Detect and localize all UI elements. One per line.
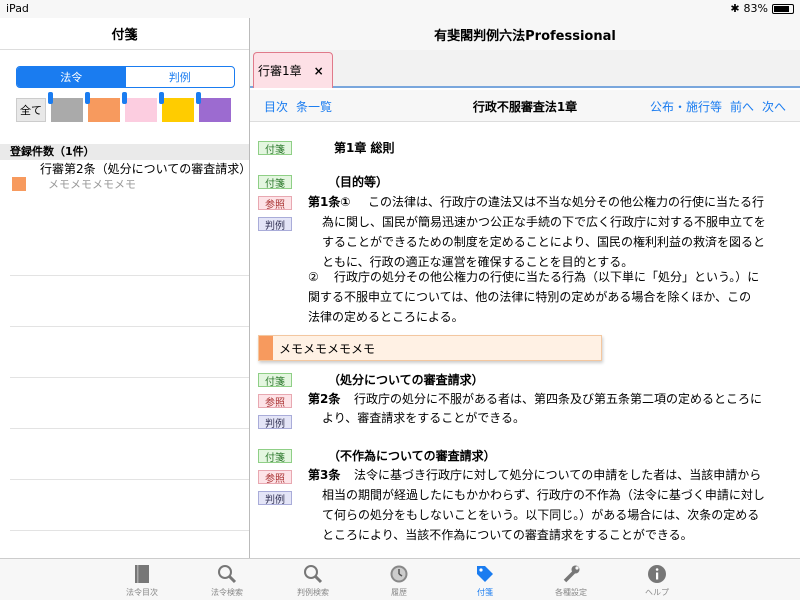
count-header: 登録件数（1件） bbox=[0, 144, 249, 160]
article-text: 為に関し、国民が簡易迅速かつ公正な手続の下で広く行政庁に対する不服申立てを bbox=[322, 215, 766, 229]
article-number: 第3条 bbox=[308, 468, 341, 482]
paragraph-number: ② bbox=[308, 270, 319, 284]
bookmark-title: 行審第2条（処分についての審査請求） bbox=[40, 162, 252, 176]
tab-help[interactable]: ヘルプ bbox=[627, 563, 687, 598]
tab-law-toc[interactable]: 法令目次 bbox=[112, 563, 172, 598]
article-text: ところにより、当該不作為についての審査請求をすることができる。 bbox=[322, 528, 693, 542]
swatch-pink[interactable] bbox=[122, 92, 157, 122]
tab-label: ヘルプ bbox=[645, 588, 669, 597]
memo-note[interactable]: メモメモメモメモ bbox=[258, 335, 602, 361]
info-icon bbox=[627, 563, 687, 585]
search-icon bbox=[283, 563, 343, 585]
sansho-badge[interactable]: 参照 bbox=[258, 470, 292, 485]
article-text: 法律の定めるところによる。 bbox=[308, 310, 464, 324]
article-text: することができるための制度を定めることにより、国民の権利利益の救済を図ると bbox=[322, 235, 766, 249]
promulgation-link[interactable]: 公布・施行等 bbox=[650, 98, 722, 115]
swatch-orange[interactable] bbox=[85, 92, 120, 122]
article-text: 関する不服申立てについては、他の法律に特別の定めがある場合を除くほか、この bbox=[308, 290, 752, 304]
app-title: 有斐閣判例六法Professional bbox=[250, 18, 800, 50]
article-text: この法律は、行政庁の違法又は不当な処分その他公権力の行使に当たる行 bbox=[368, 195, 765, 209]
article-text: て何らの処分をもしないことをいう。以下同じ。）がある場合には、次条の定める bbox=[322, 508, 760, 522]
swatch-gray[interactable] bbox=[48, 92, 83, 122]
color-filter: 全て bbox=[16, 92, 231, 122]
bookmark-pane: 付箋 法令 判例 全て 登録件数（1件） 行審第2条（処分についての審査請求） … bbox=[0, 18, 252, 558]
memo-text: メモメモメモメモ bbox=[279, 341, 376, 356]
hanrei-badge[interactable]: 判例 bbox=[258, 415, 292, 430]
book-icon bbox=[112, 563, 172, 585]
document-navbar: 行政不服審査法1章 目次 条一覧 公布・施行等 前へ 次へ bbox=[250, 90, 800, 122]
status-bar: iPad ✱ 83% bbox=[0, 0, 800, 18]
article-text: 行政庁の処分その他公権力の行使に当たる行為（以下単に「処分」という。）に bbox=[334, 270, 760, 284]
swatch-yellow[interactable] bbox=[159, 92, 194, 122]
fusen-badge[interactable]: 付箋 bbox=[258, 449, 292, 464]
tag-icon bbox=[455, 563, 515, 585]
hanrei-badge[interactable]: 判例 bbox=[258, 217, 292, 232]
segment-cases[interactable]: 判例 bbox=[126, 67, 235, 87]
close-icon[interactable]: × bbox=[314, 64, 324, 78]
tab-case-search[interactable]: 判例検索 bbox=[283, 563, 343, 598]
law-content: 付箋 第1章 総則 付箋 参照 判例 （目的等） 第1条① この法律は、行政庁の… bbox=[250, 123, 800, 558]
fusen-badge[interactable]: 付箋 bbox=[258, 175, 292, 190]
clock-icon bbox=[369, 563, 429, 585]
article-list-link[interactable]: 条一覧 bbox=[296, 98, 332, 115]
prev-link[interactable]: 前へ bbox=[730, 98, 754, 115]
document-tab-label: 行審1章 bbox=[258, 64, 302, 78]
sansho-badge[interactable]: 参照 bbox=[258, 394, 292, 409]
tab-label: 履歴 bbox=[391, 588, 407, 597]
hanrei-badge[interactable]: 判例 bbox=[258, 491, 292, 506]
memo-color-bar bbox=[259, 336, 273, 360]
bookmark-memo: メモメモメモメモ bbox=[48, 178, 136, 191]
article-caption: （目的等） bbox=[328, 175, 389, 189]
tab-law-search[interactable]: 法令検索 bbox=[197, 563, 257, 598]
segment-laws[interactable]: 法令 bbox=[17, 67, 126, 87]
search-icon bbox=[197, 563, 257, 585]
tab-label: 付箋 bbox=[477, 588, 493, 597]
bookmark-item[interactable]: 行審第2条（処分についての審査請求） メモメモメモメモ bbox=[10, 160, 252, 193]
status-right: ✱ 83% bbox=[730, 2, 794, 15]
sansho-badge[interactable]: 参照 bbox=[258, 196, 292, 211]
wrench-icon bbox=[541, 563, 601, 585]
pane-title: 付箋 bbox=[0, 18, 249, 50]
tab-label: 判例検索 bbox=[297, 588, 329, 597]
toc-link[interactable]: 目次 bbox=[264, 98, 288, 115]
tab-settings[interactable]: 各種設定 bbox=[541, 563, 601, 598]
all-colors-button[interactable]: 全て bbox=[16, 98, 46, 122]
article-text: より、審査請求をすることができる。 bbox=[322, 411, 526, 425]
article-text: 行政庁の処分に不服がある者は、第四条及び第五条第二項の定めるところに bbox=[354, 392, 763, 406]
empty-rows bbox=[10, 225, 249, 531]
article-caption: （不作為についての審査請求） bbox=[328, 449, 496, 463]
tab-label: 各種設定 bbox=[555, 588, 587, 597]
article-text: 法令に基づき行政庁に対して処分についての申請をした者は、当該申請から bbox=[354, 468, 762, 482]
tab-label: 法令目次 bbox=[126, 588, 158, 597]
device-label: iPad bbox=[6, 2, 29, 15]
battery-text: 83% bbox=[743, 2, 768, 15]
bookmark-color-marker bbox=[12, 177, 26, 191]
fusen-badge[interactable]: 付箋 bbox=[258, 373, 292, 388]
article-text: 相当の期間が経過したにもかかわらず、行政庁の不作為（法令に基づく申請に対し bbox=[322, 488, 765, 502]
swatch-purple[interactable] bbox=[196, 92, 231, 122]
document-tab[interactable]: 行審1章 × bbox=[253, 52, 333, 88]
article-number: 第2条 bbox=[308, 392, 341, 406]
next-link[interactable]: 次へ bbox=[762, 98, 786, 115]
segment-control: 法令 判例 bbox=[16, 66, 235, 88]
bottom-tab-bar: 法令目次 法令検索 判例検索 履歴 付箋 各種設定 ヘルプ bbox=[0, 558, 800, 600]
battery-icon bbox=[772, 3, 794, 14]
document-tabs: 行審1章 × bbox=[250, 50, 800, 88]
fusen-badge[interactable]: 付箋 bbox=[258, 141, 292, 156]
tab-history[interactable]: 履歴 bbox=[369, 563, 429, 598]
article-caption: （処分についての審査請求） bbox=[328, 373, 484, 387]
tab-label: 法令検索 bbox=[211, 588, 243, 597]
chapter-heading: 第1章 総則 bbox=[334, 141, 395, 155]
bluetooth-icon: ✱ bbox=[730, 2, 740, 15]
article-number: 第1条① bbox=[308, 195, 351, 209]
tab-bookmarks[interactable]: 付箋 bbox=[455, 563, 515, 598]
